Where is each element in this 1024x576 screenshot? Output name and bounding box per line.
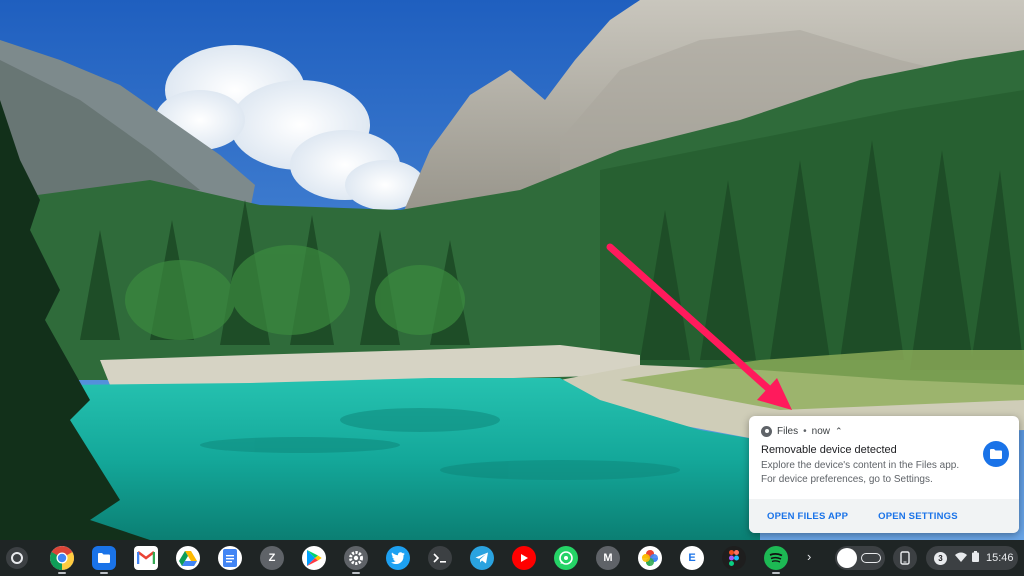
files-app-small-icon (761, 425, 772, 437)
settings-running-indicator (352, 572, 360, 574)
notification-separator: • (803, 425, 807, 437)
shelf: Z M E › 3 15:46 (0, 540, 1024, 576)
stylus-tools-toggle[interactable] (835, 546, 885, 570)
launcher-circle-icon[interactable] (6, 547, 28, 569)
google-docs-icon[interactable] (218, 546, 242, 570)
status-area[interactable]: 3 15:46 (926, 546, 1018, 570)
phone-hub-icon[interactable] (893, 546, 917, 570)
notification-time: now (811, 425, 830, 437)
files-folder-icon (983, 441, 1009, 467)
clock[interactable]: 15:46 (986, 552, 1014, 564)
wifi-icon (955, 549, 967, 567)
youtube-icon[interactable] (512, 546, 536, 570)
files-running-indicator (100, 572, 108, 574)
whatsapp-icon[interactable] (554, 546, 578, 570)
settings-icon[interactable] (344, 546, 368, 570)
terminal-icon[interactable] (428, 546, 452, 570)
mail-m-icon[interactable]: M (596, 546, 620, 570)
photos-icon[interactable] (638, 546, 662, 570)
notification-count-badge[interactable]: 3 (934, 551, 947, 565)
notification-header: Files • now ⌃ (761, 424, 843, 438)
toggle-track (861, 553, 881, 563)
gmail-icon[interactable] (134, 546, 158, 570)
figma-icon[interactable] (722, 546, 746, 570)
e-app-icon[interactable]: E (680, 546, 704, 570)
files-icon[interactable] (92, 546, 116, 570)
chevron-right-icon[interactable]: › (807, 549, 811, 564)
twitter-icon[interactable] (386, 546, 410, 570)
telegram-icon[interactable] (470, 546, 494, 570)
spotify-running-indicator (772, 572, 780, 574)
chrome-running-indicator (58, 572, 66, 574)
removable-device-notification[interactable]: Files • now ⌃ Removable device detected … (749, 416, 1019, 533)
battery-icon (972, 549, 979, 567)
zoom-icon[interactable]: Z (260, 546, 284, 570)
spotify-icon[interactable] (764, 546, 788, 570)
notification-app-name: Files (777, 425, 799, 437)
notification-title: Removable device detected (761, 444, 897, 456)
notification-actions: OPEN FILES APP OPEN SETTINGS (749, 499, 1019, 533)
google-drive-icon[interactable] (176, 546, 200, 570)
play-store-icon[interactable] (302, 546, 326, 570)
open-files-app-button[interactable]: OPEN FILES APP (767, 511, 848, 522)
toggle-knob (837, 548, 857, 568)
chevron-up-icon[interactable]: ⌃ (835, 426, 843, 437)
open-settings-button[interactable]: OPEN SETTINGS (878, 511, 958, 522)
chrome-icon[interactable] (50, 546, 74, 570)
notification-body: Explore the device's content in the File… (761, 460, 960, 485)
